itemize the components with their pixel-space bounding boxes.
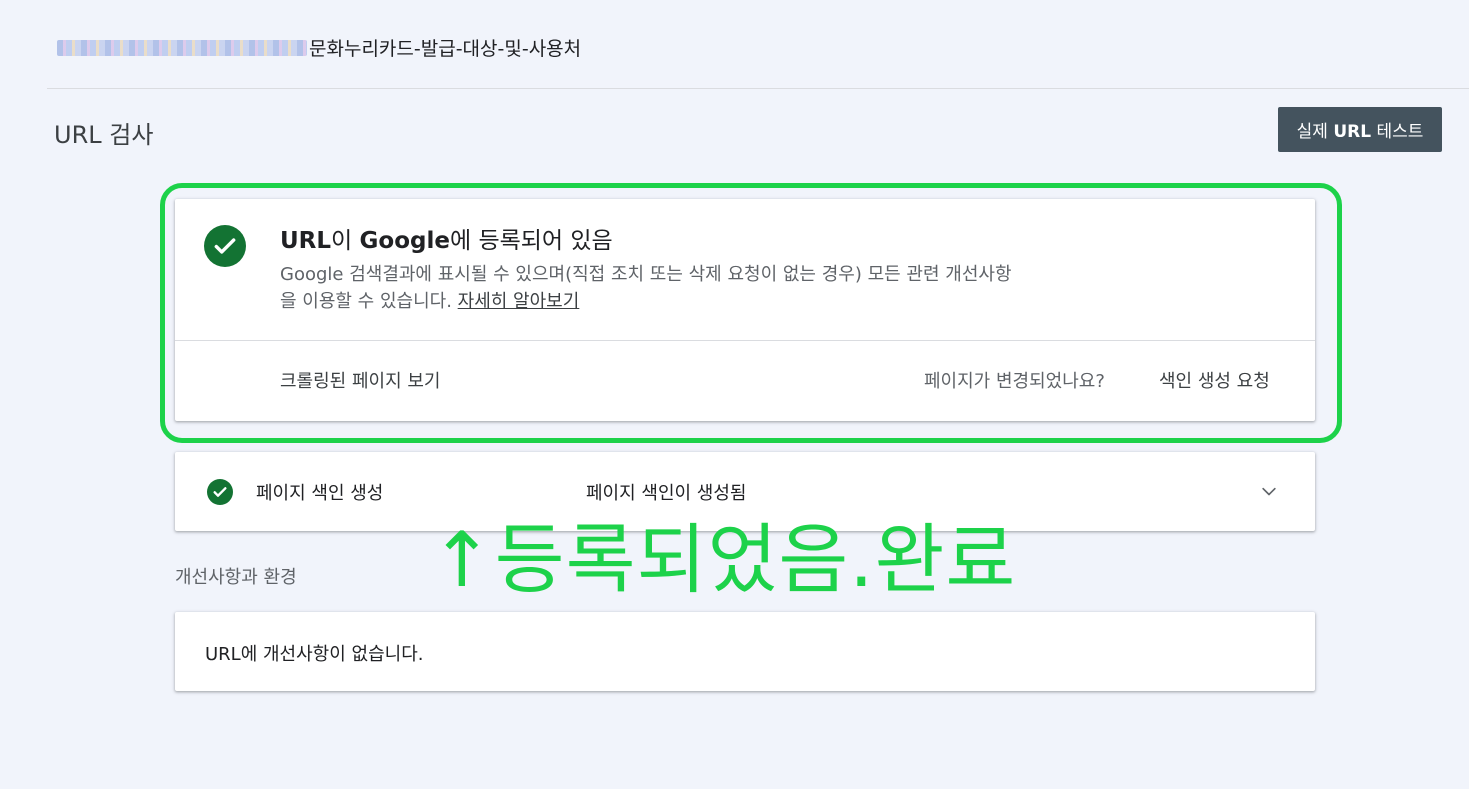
enhancements-card: URL에 개선사항이 없습니다. bbox=[175, 612, 1315, 691]
check-circle-icon bbox=[207, 479, 233, 505]
blurred-url-domain bbox=[57, 39, 307, 56]
url-status-card: URL이 Google에 등록되어 있음 Google 검색결과에 표시될 수 … bbox=[175, 199, 1315, 421]
status-title-google: Google bbox=[359, 228, 450, 254]
check-circle-icon bbox=[204, 225, 246, 267]
top-bar: 문화누리카드-발급-대상-및-사용처 bbox=[0, 0, 1469, 88]
live-test-bold: URL bbox=[1333, 122, 1372, 142]
status-title-rest: 에 등록되어 있음 bbox=[449, 228, 613, 254]
status-description-text: Google 검색결과에 표시될 수 있으며(직접 조치 또는 삭제 요청이 없… bbox=[280, 264, 1012, 312]
view-crawled-page-link[interactable]: 크롤링된 페이지 보기 bbox=[280, 367, 440, 393]
no-enhancements-message: URL에 개선사항이 없습니다. bbox=[205, 644, 424, 665]
status-description: Google 검색결과에 표시될 수 있으며(직접 조치 또는 삭제 요청이 없… bbox=[280, 261, 1020, 315]
card-divider bbox=[175, 340, 1315, 341]
inspected-url: 문화누리카드-발급-대상-및-사용처 bbox=[57, 34, 581, 61]
live-url-test-button[interactable]: 실제 URL 테스트 bbox=[1278, 107, 1442, 152]
live-test-prefix: 실제 bbox=[1296, 122, 1334, 142]
status-title-url: URL bbox=[280, 228, 332, 254]
page-title: URL 검사 bbox=[54, 121, 154, 149]
learn-more-link[interactable]: 자세히 알아보기 bbox=[458, 291, 580, 312]
indexing-label: 페이지 색인 생성 bbox=[256, 483, 384, 504]
chevron-down-icon[interactable] bbox=[1259, 482, 1279, 502]
status-title: URL이 Google에 등록되어 있음 bbox=[280, 221, 613, 255]
page-changed-question: 페이지가 변경되었나요? bbox=[924, 371, 1105, 392]
live-test-suffix: 테스트 bbox=[1371, 122, 1424, 142]
url-path: 문화누리카드-발급-대상-및-사용처 bbox=[309, 38, 582, 60]
request-indexing-link[interactable]: 색인 생성 요청 bbox=[1159, 367, 1270, 393]
header-divider bbox=[47, 88, 1469, 89]
status-title-particle: 이 bbox=[331, 228, 360, 254]
enhancements-section-label: 개선사항과 환경 bbox=[175, 567, 297, 588]
annotation-text: ↑등록되었음.완료 bbox=[430, 515, 1017, 604]
